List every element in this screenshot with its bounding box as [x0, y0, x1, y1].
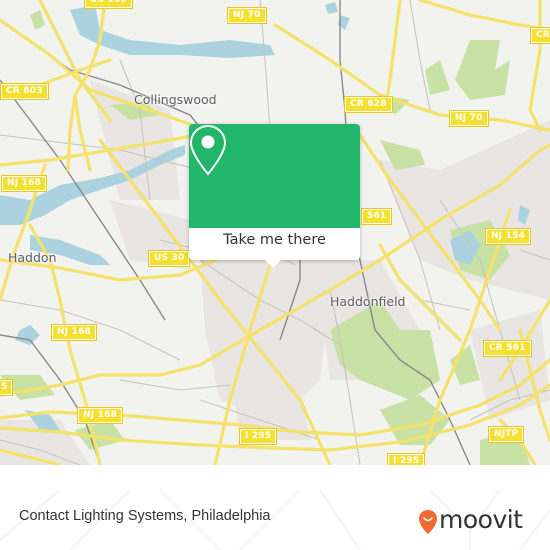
route-shield-cr-561: CR 561 [483, 340, 532, 357]
take-me-there-popup[interactable]: Take me there [189, 124, 360, 268]
route-shield-nj-168: NJ 168 [0, 175, 48, 192]
place-label-collingswood: Collingswood [134, 92, 217, 107]
route-shield-partial: 5 [0, 379, 14, 396]
place-label-haddonfield: Haddonfield [330, 294, 406, 309]
popup-pointer [265, 260, 281, 268]
footer: Contact Lighting Systems, Philadelphia m… [0, 490, 550, 550]
take-me-there-button[interactable]: Take me there [189, 232, 360, 248]
route-shield-nj-168-south: NJ 168 [50, 324, 98, 341]
location-caption: Contact Lighting Systems, Philadelphia [19, 508, 271, 524]
route-shield-i-295: I 295 [238, 428, 278, 445]
route-shield-us-30: US 30 [147, 250, 191, 267]
route-shield-nj-70: NJ 70 [227, 7, 267, 24]
route-shield-us-130-partial: US 130 [84, 0, 133, 9]
place-label-haddon: Haddon [8, 250, 57, 265]
route-shield-i-295-east: I 295 [386, 453, 426, 465]
moovit-wordmark: moovit [439, 505, 523, 534]
route-shield-nj-154: NJ 154 [484, 228, 532, 245]
map-canvas[interactable]: Collingswood Haddon Haddonfield NJ 70 CR… [0, 0, 550, 465]
route-shield-nj-70-east: NJ 70 [449, 110, 489, 127]
route-shield-cr-628: CR 628 [344, 96, 393, 113]
route-shield-cr-partial: CR [530, 27, 550, 44]
route-shield-cr-603: CR 603 [0, 83, 49, 100]
popup-header [189, 124, 360, 228]
route-shield-561: 561 [360, 208, 393, 225]
route-shield-nj-168-lower: NJ 168 [76, 407, 124, 424]
moovit-pin-icon [419, 510, 437, 534]
location-pin-icon [189, 124, 227, 176]
route-shield-njtp: NJTP [487, 426, 525, 443]
